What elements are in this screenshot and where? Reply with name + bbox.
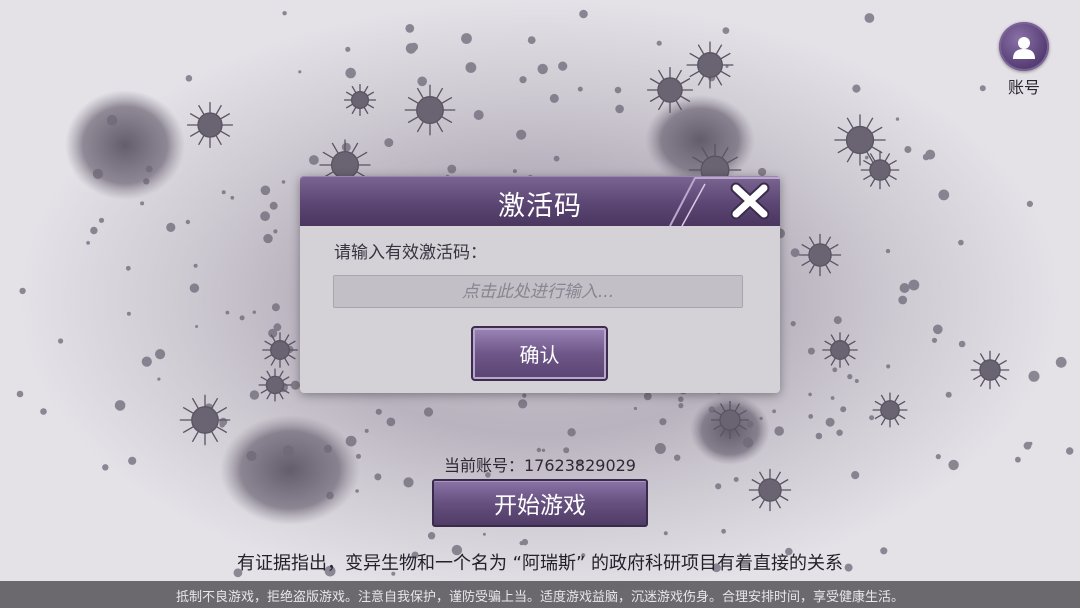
health-notice-text: 抵制不良游戏，拒绝盗版游戏。注意自我保护，谨防受骗上当。适度游戏益脑，沉迷游戏伤… xyxy=(175,590,904,605)
health-notice-bar: 抵制不良游戏，拒绝盗版游戏。注意自我保护，谨防受骗上当。适度游戏益脑，沉迷游戏伤… xyxy=(0,581,1080,608)
start-game-button[interactable]: 开始游戏 xyxy=(432,479,648,527)
close-button[interactable] xyxy=(722,176,778,226)
close-x-icon xyxy=(730,182,770,220)
activation-code-input[interactable] xyxy=(333,275,743,308)
user-avatar-icon xyxy=(999,22,1049,71)
account-button[interactable]: 账号 xyxy=(996,22,1052,98)
current-account-text: 当前账号：17623829029 xyxy=(444,456,636,475)
dialog-header: 激活码 xyxy=(300,176,780,226)
activation-prompt: 请输入有效激活码： xyxy=(334,243,487,263)
story-tip: 有证据指出，变异生物和一个名为 “阿瑞斯” 的政府科研项目有着直接的关系 xyxy=(236,553,844,574)
dialog-title: 激活码 xyxy=(498,191,582,222)
confirm-button[interactable]: 确认 xyxy=(471,326,608,381)
account-label: 账号 xyxy=(1007,78,1040,97)
